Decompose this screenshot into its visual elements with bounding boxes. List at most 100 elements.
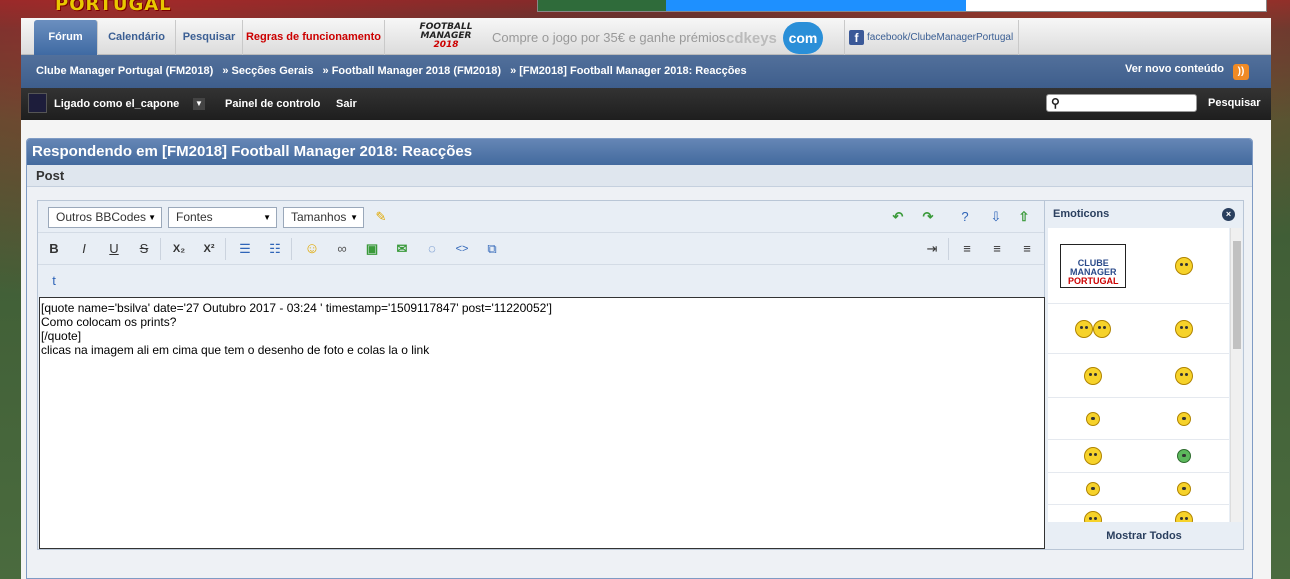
load-draft-icon[interactable]: ⇩: [986, 207, 1006, 227]
link-icon[interactable]: ∞: [332, 239, 352, 259]
search-button[interactable]: Pesquisar: [1208, 97, 1261, 109]
emoticon-row: [1048, 473, 1229, 505]
page: Fórum Calendário Pesquisar Regras de fun…: [21, 18, 1271, 579]
bomb-smiley-icon: [1174, 319, 1193, 338]
bold-icon[interactable]: B: [44, 239, 64, 259]
logout-link[interactable]: Sair: [336, 98, 357, 110]
fm2018-logo: FOOTBALL MANAGER 2018: [410, 23, 482, 53]
tab-search[interactable]: Pesquisar: [176, 20, 243, 55]
user-menu-dropdown-icon[interactable]: ▼: [193, 98, 205, 110]
emoticons-title: Emoticons: [1053, 208, 1110, 220]
emoticon-cell[interactable]: [1139, 228, 1230, 303]
banner-image: [538, 0, 666, 11]
breadcrumb-item[interactable]: Clube Manager Portugal (FM2018): [36, 65, 213, 77]
remove-format-icon[interactable]: ✎: [371, 207, 391, 227]
strikethrough-icon[interactable]: S: [134, 239, 154, 259]
save-draft-icon[interactable]: ⇧: [1014, 207, 1034, 227]
show-all-emoticons-button[interactable]: Mostrar Todos: [1045, 524, 1243, 548]
emoticon-cell[interactable]: [1139, 354, 1230, 397]
banner-blue: [666, 0, 966, 11]
clap-smiley-icon: [1176, 411, 1191, 426]
facebook-link[interactable]: f facebook/ClubeManagerPortugal: [844, 20, 1019, 55]
emoticon-cell[interactable]: [1048, 398, 1139, 439]
emoticons-scrollbar[interactable]: [1230, 228, 1242, 522]
breadcrumb-item[interactable]: » Football Manager 2018 (FM2018): [323, 65, 502, 77]
image-icon[interactable]: ▣: [362, 239, 382, 259]
green-smiley-icon: [1176, 449, 1191, 463]
emoticon-cell[interactable]: [1139, 398, 1230, 439]
tab-forum[interactable]: Fórum: [34, 20, 98, 55]
toolbar-divider: [160, 238, 161, 260]
search-input[interactable]: [1067, 96, 1192, 110]
user-bar: Ligado como el_capone ▼ Painel de contro…: [21, 88, 1271, 120]
emoticon-cell[interactable]: [1048, 505, 1139, 522]
facebook-icon: f: [849, 30, 864, 45]
fm-year: 2018: [433, 40, 459, 50]
align-center-icon[interactable]: ≡: [987, 239, 1007, 259]
emoticon-icon[interactable]: ☺: [302, 239, 322, 259]
navbar: Fórum Calendário Pesquisar Regras de fun…: [21, 18, 1271, 55]
redo-icon[interactable]: ↷: [918, 207, 938, 227]
top-banner-ad[interactable]: [537, 0, 1267, 12]
fonts-select[interactable]: Fontes ▼: [168, 207, 277, 228]
tab-calendar[interactable]: Calendário: [98, 20, 176, 55]
numbered-list-icon[interactable]: ☷: [265, 239, 285, 259]
bbcodes-select[interactable]: Outros BBCodes ▼: [48, 207, 162, 228]
emoticon-cell[interactable]: [1139, 505, 1230, 522]
quote-icon[interactable]: ◌: [422, 239, 442, 259]
emoticon-cell[interactable]: [1048, 473, 1139, 504]
emoticon-cell[interactable]: [1139, 473, 1230, 504]
close-icon[interactable]: ×: [1222, 208, 1235, 221]
scrollbar-thumb[interactable]: [1233, 241, 1241, 349]
subscript-icon[interactable]: X₂: [169, 239, 189, 259]
search-box: ⚲: [1046, 94, 1197, 112]
undo-icon[interactable]: ↶: [888, 207, 908, 227]
fonts-select-label: Fontes: [176, 210, 213, 224]
email-icon[interactable]: ✉: [392, 239, 412, 259]
cdkeys-ad[interactable]: FOOTBALL MANAGER 2018 Compre o jogo por …: [408, 20, 834, 55]
toolbar-row-3: t: [38, 265, 1044, 297]
post-textarea[interactable]: [quote name='bsilva' date='27 Outubro 20…: [39, 297, 1045, 549]
cmp-sign-emoticon: CLUBE MANAGER PORTUGAL: [1060, 243, 1127, 288]
toolbar-row-1: Outros BBCodes ▼ Fontes ▼ Tamanhos ▼ ✎ ↶…: [38, 201, 1044, 233]
site-logo[interactable]: PORTUGAL: [55, 0, 172, 15]
align-right-icon[interactable]: ≡: [1017, 239, 1037, 259]
new-content-link[interactable]: Ver novo conteúdo: [1125, 63, 1224, 75]
align-left-icon[interactable]: ≡: [957, 239, 977, 259]
indent-icon[interactable]: ⇥: [922, 239, 942, 259]
emoticon-row: [1048, 440, 1229, 473]
emoticon-cell[interactable]: CLUBE MANAGER PORTUGAL: [1048, 228, 1139, 303]
toolbar-divider: [291, 238, 292, 260]
sizes-select-label: Tamanhos: [291, 210, 347, 224]
reply-panel: Respondendo em [FM2018] Football Manager…: [26, 138, 1253, 579]
emoticon-cell[interactable]: [1048, 354, 1139, 397]
bow-smiley-icon: [1084, 366, 1103, 385]
avatar[interactable]: [28, 93, 47, 113]
emoticon-cell[interactable]: [1139, 304, 1230, 353]
bullet-list-icon[interactable]: ☰: [235, 239, 255, 259]
tongue-smiley-icon: [1174, 256, 1193, 275]
code-icon[interactable]: <>: [452, 239, 472, 259]
rss-icon[interactable]: )): [1233, 64, 1249, 80]
emoticon-cell[interactable]: [1139, 440, 1230, 472]
breadcrumb-item[interactable]: » [FM2018] Football Manager 2018: Reacçõ…: [510, 65, 747, 77]
italic-icon[interactable]: I: [74, 239, 94, 259]
emoticon-cell[interactable]: [1048, 304, 1139, 353]
emoticon-row: [1048, 354, 1229, 398]
sizes-select[interactable]: Tamanhos ▼: [283, 207, 364, 228]
superscript-icon[interactable]: X²: [199, 239, 219, 259]
sign-line3: PORTUGAL: [1068, 275, 1119, 286]
twitter-icon[interactable]: t: [44, 271, 64, 291]
breadcrumb-item[interactable]: » Secções Gerais: [222, 65, 313, 77]
media-icon[interactable]: ⧉: [482, 239, 502, 259]
ad-promo-text: Compre o jogo por 35€ e ganhe prémios: [492, 30, 726, 45]
logged-in-as[interactable]: Ligado como el_capone: [54, 98, 179, 110]
tab-rules[interactable]: Regras de funcionamento: [243, 20, 385, 55]
emoticon-cell[interactable]: [1048, 440, 1139, 472]
help-icon[interactable]: ?: [955, 207, 975, 227]
emoticons-grid: CLUBE MANAGER PORTUGAL: [1048, 228, 1229, 522]
control-panel-link[interactable]: Painel de controlo: [225, 98, 320, 110]
underline-icon[interactable]: U: [104, 239, 124, 259]
bbcodes-select-label: Outros BBCodes: [56, 210, 147, 224]
cdkeys-com: com: [783, 22, 823, 54]
